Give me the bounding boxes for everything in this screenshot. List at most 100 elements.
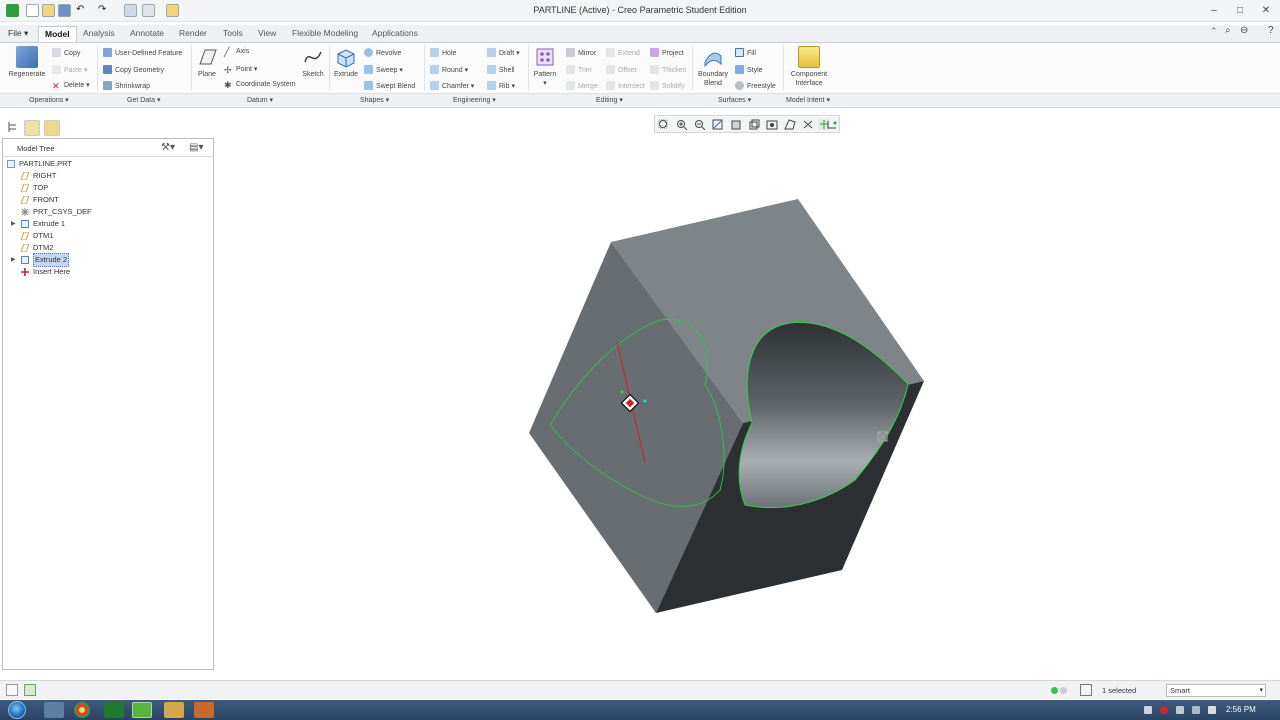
point-button[interactable]: ✢ Point ▾	[224, 65, 257, 75]
project-button[interactable]: Project	[650, 48, 684, 57]
mirror-button[interactable]: Mirror	[566, 48, 596, 57]
tree-item[interactable]: RIGHT	[3, 170, 209, 182]
tree-item[interactable]: ▶ Extrude 1	[3, 218, 209, 230]
help-icon[interactable]: ⊖	[1240, 25, 1248, 36]
explorer-taskbar-icon[interactable]	[44, 702, 64, 718]
tree-item[interactable]: DTM1	[3, 230, 209, 242]
tree-item[interactable]: ▶ Extrude 2	[3, 253, 209, 267]
chrome-taskbar-icon[interactable]	[74, 702, 90, 718]
folder-taskbar-icon[interactable]	[164, 702, 184, 718]
paste-button[interactable]: Paste ▾	[52, 65, 87, 74]
sweep-button[interactable]: Sweep ▾	[364, 65, 403, 74]
group-model-intent[interactable]: Model Intent ▾	[786, 96, 830, 104]
folder-browser-tab-icon[interactable]	[24, 120, 40, 136]
cube-right-face[interactable]	[656, 381, 924, 613]
expand-icon[interactable]: ▶	[11, 254, 19, 266]
tray-volume-icon[interactable]	[1208, 706, 1216, 714]
minimize-button[interactable]: –	[1204, 3, 1224, 18]
solidify-button[interactable]: Solidify	[650, 81, 685, 90]
navigator-toggle-icon[interactable]	[6, 684, 18, 696]
vlc-taskbar-icon[interactable]	[194, 702, 214, 718]
question-icon[interactable]: ?	[1268, 25, 1274, 36]
plane-button[interactable]: Plane	[194, 46, 220, 79]
fill-button[interactable]: Fill	[735, 48, 756, 57]
trim-button[interactable]: Trim	[566, 65, 592, 74]
shrinkwrap-button[interactable]: Shrinkwrap	[103, 81, 150, 90]
selection-filter[interactable]: Smart ▾	[1166, 684, 1266, 697]
perspective-icon[interactable]	[784, 119, 796, 130]
group-datum[interactable]: Datum ▾	[247, 96, 273, 104]
datum-display-icon[interactable]	[802, 119, 814, 130]
tab-file[interactable]: File ▾	[2, 26, 34, 42]
regenerate-button[interactable]: Regenerate	[6, 46, 48, 79]
tray-arrow-icon[interactable]	[1144, 706, 1152, 714]
expand-icon[interactable]: ▶	[11, 218, 19, 230]
browser-toggle-icon[interactable]	[24, 684, 36, 696]
revolve-button[interactable]: Revolve	[364, 48, 401, 57]
group-get-data[interactable]: Get Data ▾	[127, 96, 160, 104]
tree-item[interactable]: PRT_CSYS_DEF	[3, 206, 209, 218]
round-button[interactable]: Round ▾	[430, 65, 468, 74]
cube-left-face[interactable]	[529, 242, 743, 613]
delete-button[interactable]: ✕ Delete ▾	[52, 81, 90, 91]
boundary-blend-button[interactable]: Boundary Blend	[695, 46, 731, 88]
tab-annotate[interactable]: Annotate	[124, 26, 170, 42]
draft-button[interactable]: Draft ▾	[487, 48, 520, 57]
tray-record-icon[interactable]	[1160, 706, 1168, 714]
close-button[interactable]: ✕	[1256, 3, 1276, 18]
swept-blend-button[interactable]: Swept Blend	[364, 81, 415, 90]
heart-cut-cavity[interactable]	[739, 322, 908, 508]
repaint-icon[interactable]	[712, 119, 724, 130]
sketch-button[interactable]: Sketch	[300, 46, 326, 79]
tray-device-icon[interactable]	[1176, 706, 1184, 714]
freestyle-button[interactable]: Freestyle	[735, 81, 776, 90]
group-surfaces[interactable]: Surfaces ▾	[718, 96, 751, 104]
collapse-ribbon-icon[interactable]: ⌃	[1210, 26, 1218, 36]
creo-taskbar-icon[interactable]	[132, 702, 152, 718]
thicken-button[interactable]: Thicken	[650, 65, 687, 74]
axis-button[interactable]: ╱ Axis	[224, 48, 249, 57]
hole-button[interactable]: Hole	[430, 48, 456, 57]
favorites-tab-icon[interactable]	[44, 120, 60, 136]
offset-button[interactable]: Offset	[606, 65, 637, 74]
view-manager-icon[interactable]	[766, 119, 778, 130]
style-button[interactable]: Style	[735, 65, 763, 74]
tab-analysis[interactable]: Analysis	[77, 26, 121, 42]
tree-item[interactable]: Insert Here	[3, 266, 209, 278]
copy-button[interactable]: Copy	[52, 48, 80, 57]
app-taskbar-icon[interactable]	[104, 702, 124, 718]
heart-sketch-outline[interactable]	[549, 318, 725, 507]
tab-tools[interactable]: Tools	[217, 26, 249, 42]
tree-item[interactable]: FRONT	[3, 194, 209, 206]
tree-item[interactable]: PARTLINE.PRT	[3, 158, 209, 170]
component-interface-button[interactable]: Component Interface	[786, 46, 832, 88]
intersect-button[interactable]: Intersect	[606, 81, 645, 90]
display-style-icon[interactable]	[730, 119, 742, 130]
tree-item[interactable]: TOP	[3, 182, 209, 194]
pattern-button[interactable]: Pattern ▾	[531, 46, 559, 88]
user-defined-feature-button[interactable]: User-Defined Feature	[103, 48, 182, 57]
group-editing[interactable]: Editing ▾	[596, 96, 623, 104]
find-icon[interactable]	[1080, 684, 1092, 696]
chamfer-button[interactable]: Chamfer ▾	[430, 81, 474, 90]
maximize-button[interactable]: □	[1230, 3, 1250, 18]
tab-render[interactable]: Render	[173, 26, 213, 42]
group-engineering[interactable]: Engineering ▾	[453, 96, 496, 104]
tab-flexible-modeling[interactable]: Flexible Modeling	[286, 26, 364, 42]
tab-model[interactable]: Model	[38, 26, 77, 42]
group-shapes[interactable]: Shapes ▾	[360, 96, 389, 104]
extrude-button[interactable]: Extrude	[332, 46, 360, 79]
annotation-display-icon[interactable]	[826, 119, 838, 130]
model-tree-tab-icon[interactable]	[6, 120, 22, 136]
extend-button[interactable]: Extend	[606, 48, 640, 57]
saved-orientations-icon[interactable]	[748, 119, 760, 130]
tab-applications[interactable]: Applications	[366, 26, 424, 42]
start-button[interactable]	[8, 701, 26, 719]
search-icon[interactable]: ⌕	[1225, 25, 1231, 36]
drag-handle[interactable]	[620, 393, 640, 413]
shell-button[interactable]: Shell	[487, 65, 515, 74]
tray-network-icon[interactable]	[1192, 706, 1200, 714]
cube-top-face[interactable]	[611, 199, 924, 423]
tab-view[interactable]: View	[252, 26, 282, 42]
copy-geometry-button[interactable]: Copy Geometry	[103, 65, 164, 74]
